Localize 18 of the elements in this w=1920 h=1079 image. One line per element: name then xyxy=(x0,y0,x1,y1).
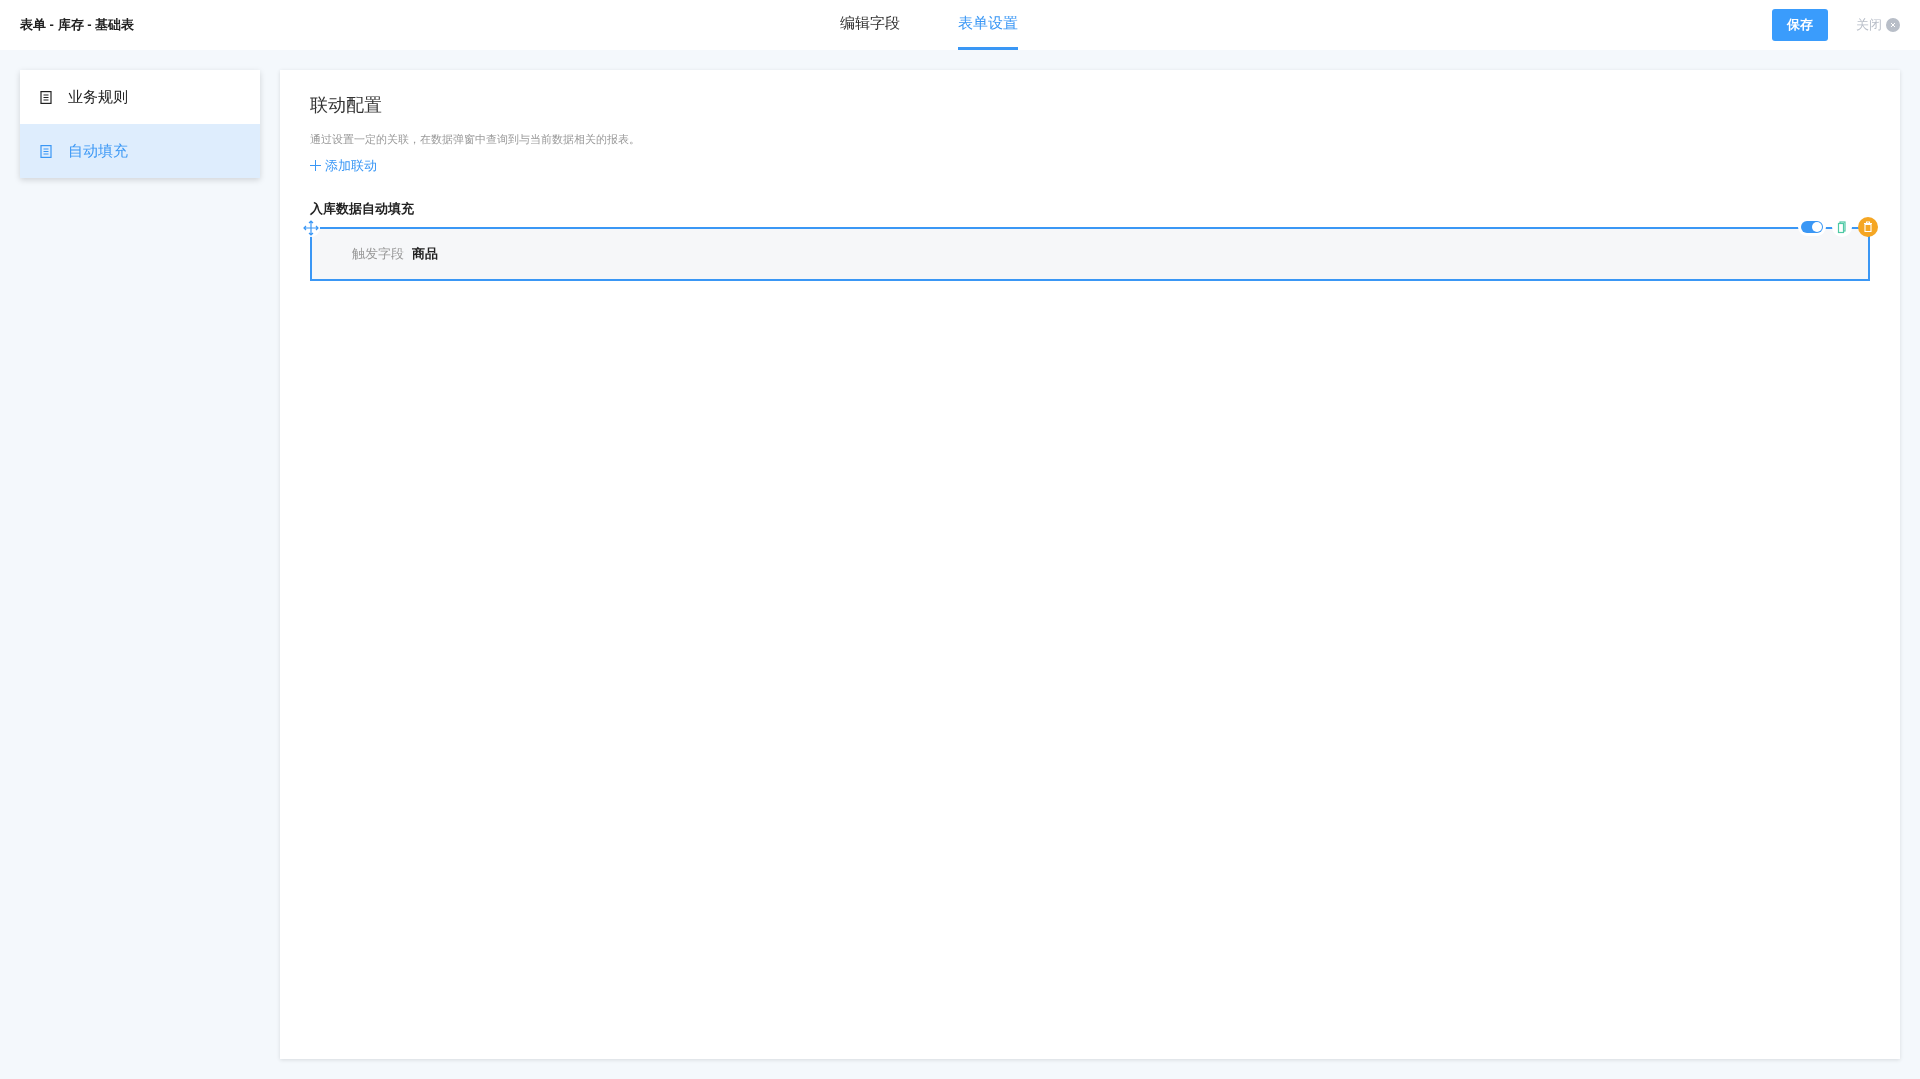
tab[interactable]: 编辑字段 xyxy=(840,0,900,50)
document-icon xyxy=(40,90,52,104)
plus-icon xyxy=(310,159,321,171)
form-title: 表单 - 库存 - 基础表 xyxy=(20,16,135,35)
sidebar-item[interactable]: 自动填充 xyxy=(20,124,260,178)
rule-title: 入库数据自动填充 xyxy=(310,200,415,218)
close-button[interactable]: 关闭 xyxy=(1856,15,1900,35)
sidebar-item[interactable]: 业务规则 xyxy=(20,70,260,124)
section-title: 联动配置 xyxy=(310,94,383,117)
field-label: 触发字段 xyxy=(352,244,404,263)
close-icon xyxy=(1886,18,1900,32)
description: 通过设置一定的关联，在数据弹窗中查询到与当前数据相关的报表。 xyxy=(310,132,641,147)
field-value: 商品 xyxy=(412,244,438,263)
tab[interactable]: 表单设置 xyxy=(958,0,1018,50)
save-button[interactable]: 保存 xyxy=(1772,9,1828,41)
trash-icon[interactable] xyxy=(1858,216,1878,237)
add-link-button[interactable]: 添加联动 xyxy=(310,155,377,175)
document-icon xyxy=(40,144,52,158)
